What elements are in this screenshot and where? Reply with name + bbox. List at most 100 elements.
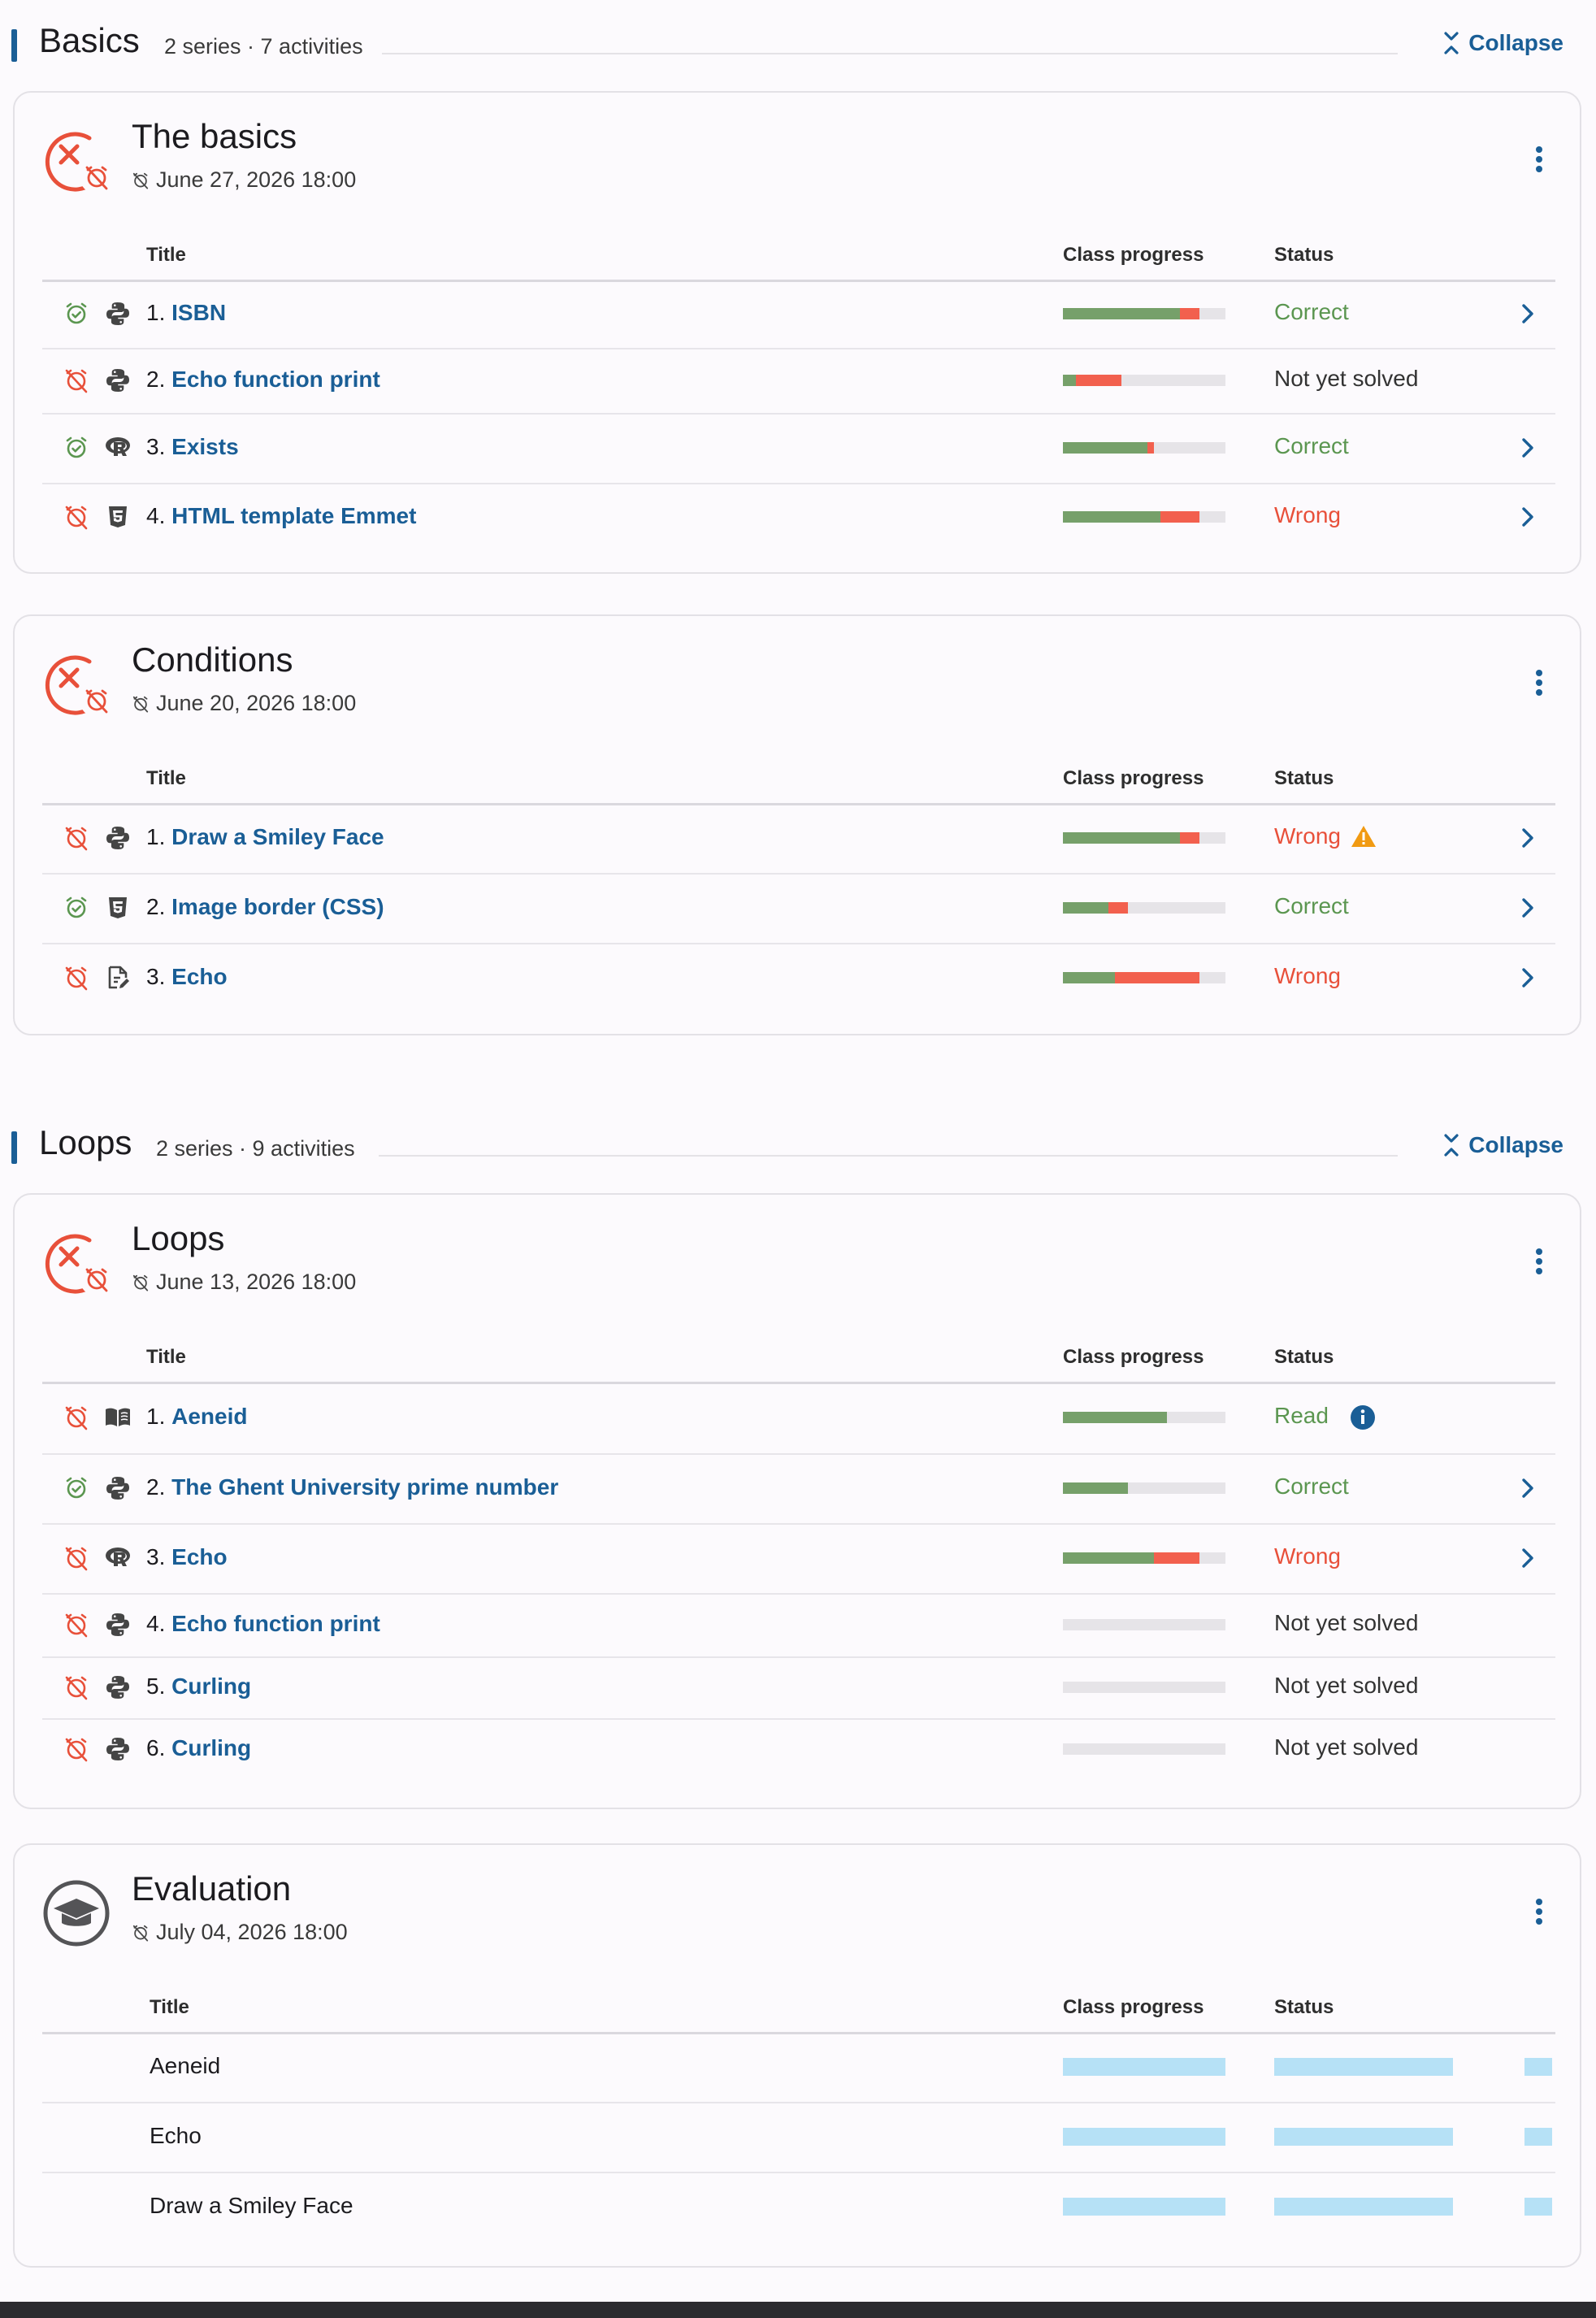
progress-wrong	[1108, 902, 1128, 914]
series-card: Conditions June 20, 2026 18:00 Title Cla…	[13, 614, 1581, 1035]
section-divider	[382, 53, 1398, 54]
info-icon[interactable]	[1349, 1404, 1377, 1431]
more-options-icon[interactable]	[1531, 1895, 1547, 1928]
table-row[interactable]: 2. Echo function print Not yet solved	[42, 348, 1555, 415]
activity-link[interactable]: Exists	[171, 434, 239, 459]
table-row[interactable]: Echo	[42, 2102, 1555, 2173]
activity-name[interactable]: Draw a Smiley Face	[150, 2193, 353, 2219]
table-row[interactable]: 1. Draw a Smiley Face Wrong	[42, 803, 1555, 875]
collapse-icon	[1442, 1131, 1460, 1159]
table-row[interactable]: 5. Curling Not yet solved	[42, 1656, 1555, 1720]
chevron-right-icon[interactable]	[1520, 1544, 1537, 1572]
progress-correct	[1063, 375, 1076, 386]
activity-number: 1.	[146, 824, 166, 849]
collapse-button[interactable]: Collapse	[1442, 1131, 1563, 1159]
activity-link[interactable]: The Ghent University prime number	[171, 1474, 558, 1500]
activity-link[interactable]: HTML template Emmet	[171, 503, 416, 528]
activity-name[interactable]: Echo	[150, 2123, 202, 2149]
activity-name[interactable]: Aeneid	[150, 2053, 220, 2079]
column-header-status: Status	[1274, 244, 1334, 266]
column-header-title: Title	[150, 1996, 189, 2018]
series-title[interactable]: The basics	[132, 117, 297, 156]
action-placeholder	[1524, 2128, 1552, 2146]
status-cell: Correct	[1274, 299, 1349, 325]
progress-wrong	[1076, 375, 1121, 386]
activity-number: 1.	[146, 1404, 166, 1429]
activity-number: 4.	[146, 503, 166, 528]
status-text: Correct	[1274, 299, 1349, 324]
activity-link[interactable]: Draw a Smiley Face	[171, 824, 384, 849]
alarm-off-icon	[63, 1736, 89, 1762]
progress-correct	[1063, 832, 1180, 844]
alarm-check-icon	[63, 435, 89, 461]
alarm-off-icon	[132, 1924, 150, 1942]
python-icon	[104, 1673, 132, 1701]
chevron-right-icon[interactable]	[1520, 824, 1537, 852]
activity-number: 2.	[146, 894, 166, 919]
activity-link[interactable]: Echo function print	[171, 367, 380, 392]
activity-link[interactable]: ISBN	[171, 300, 226, 325]
table-row[interactable]: 1. Aeneid Read	[42, 1382, 1555, 1455]
series-title[interactable]: Conditions	[132, 640, 293, 679]
activity-link[interactable]: Echo	[171, 964, 227, 989]
more-options-icon[interactable]	[1531, 143, 1547, 176]
more-options-icon[interactable]	[1531, 1245, 1547, 1278]
class-progress-bar	[1063, 1619, 1225, 1630]
missed-deadline-icon	[39, 124, 114, 198]
table-row[interactable]: 2. Image border (CSS) Correct	[42, 873, 1555, 944]
table-header: Title Class progress Status	[42, 746, 1555, 805]
graduation-cap-icon	[39, 1876, 114, 1951]
chevron-right-icon[interactable]	[1520, 1474, 1537, 1502]
status-text: Wrong	[1274, 963, 1341, 988]
status-text: Correct	[1274, 433, 1349, 458]
table-row[interactable]: Draw a Smiley Face	[42, 2172, 1555, 2242]
collapse-button[interactable]: Collapse	[1442, 29, 1563, 57]
table-row[interactable]: 3. Exists Correct	[42, 413, 1555, 484]
chevron-right-icon[interactable]	[1520, 300, 1537, 328]
activity-link[interactable]: Aeneid	[171, 1404, 247, 1429]
activity-number: 4.	[146, 1611, 166, 1636]
alarm-off-icon	[63, 1612, 89, 1638]
progress-wrong	[1160, 511, 1199, 523]
progress-correct	[1063, 902, 1108, 914]
warning-icon	[1351, 824, 1377, 849]
activity-number: 3.	[146, 964, 166, 989]
html5-icon	[104, 894, 132, 922]
series-title[interactable]: Loops	[132, 1219, 224, 1258]
table-row[interactable]: 1. ISBN Correct	[42, 280, 1555, 349]
table-row[interactable]: 3. Echo Wrong	[42, 1523, 1555, 1595]
table-row[interactable]: 3. Echo Wrong	[42, 943, 1555, 1013]
activity-link[interactable]: Echo function print	[171, 1611, 380, 1636]
chevron-right-icon[interactable]	[1520, 894, 1537, 922]
activity-link[interactable]: Curling	[171, 1735, 251, 1760]
r-language-icon	[104, 1544, 132, 1572]
class-progress-bar	[1063, 832, 1225, 844]
table-row[interactable]: 6. Curling Not yet solved	[42, 1718, 1555, 1780]
series-title[interactable]: Evaluation	[132, 1869, 291, 1908]
column-header-title: Title	[146, 1346, 186, 1368]
progress-correct	[1063, 442, 1147, 454]
chevron-right-icon[interactable]	[1520, 503, 1537, 531]
activity-number: 6.	[146, 1735, 166, 1760]
alarm-off-icon	[132, 171, 150, 189]
status-text: Correct	[1274, 893, 1349, 918]
table-row[interactable]: 4. HTML template Emmet Wrong	[42, 483, 1555, 551]
section-loops: Loops 2 series · 9 activities Collapse L…	[0, 1102, 1596, 2305]
table-row[interactable]: Aeneid	[42, 2032, 1555, 2103]
progress-correct	[1063, 1552, 1154, 1564]
chevron-right-icon[interactable]	[1520, 434, 1537, 462]
status-text: Not yet solved	[1274, 366, 1419, 391]
activity-link[interactable]: Image border (CSS)	[171, 894, 384, 919]
status-text: Not yet solved	[1274, 1610, 1419, 1635]
table-row[interactable]: 4. Echo function print Not yet solved	[42, 1593, 1555, 1658]
activity-title: 1. Aeneid	[146, 1404, 248, 1430]
table-row[interactable]: 2. The Ghent University prime number Cor…	[42, 1453, 1555, 1525]
activity-link[interactable]: Echo	[171, 1544, 227, 1569]
more-options-icon[interactable]	[1531, 666, 1547, 699]
deadline-text: June 13, 2026 18:00	[156, 1270, 357, 1294]
progress-wrong	[1180, 308, 1199, 319]
activity-link[interactable]: Curling	[171, 1673, 251, 1699]
status-text: Not yet solved	[1274, 1734, 1419, 1760]
chevron-right-icon[interactable]	[1520, 964, 1537, 992]
activity-title: 2. Image border (CSS)	[146, 894, 384, 920]
